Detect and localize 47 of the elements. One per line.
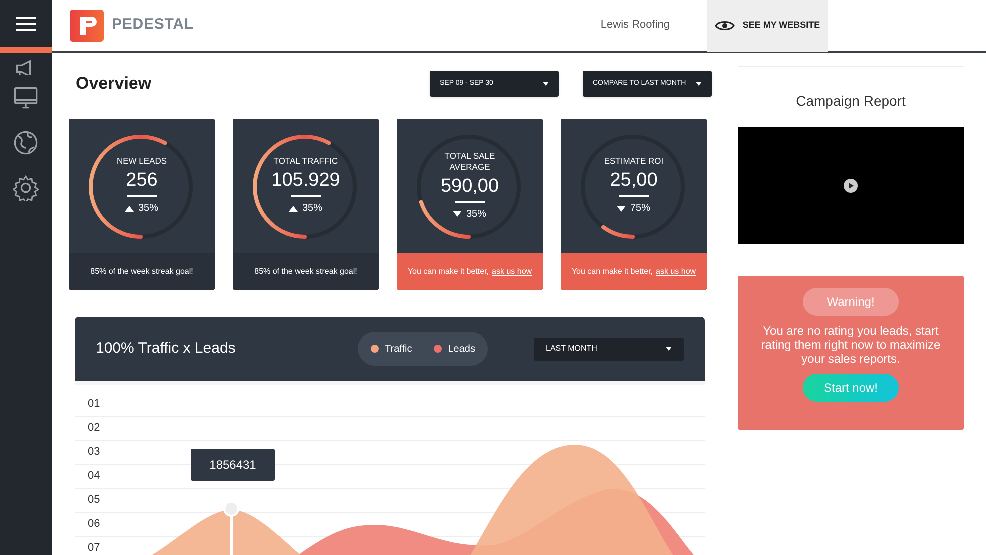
monitor-icon	[13, 84, 39, 110]
axis-label: 04	[88, 469, 100, 484]
chart-tooltip: 1856431	[191, 449, 275, 481]
warning-badge: Warning!	[803, 288, 899, 316]
brand-name: PEDESTAL	[112, 15, 194, 36]
change-percent: 35%	[302, 202, 322, 216]
legend-label: Traffic	[385, 342, 412, 356]
period-dropdown[interactable]: LAST MONTH	[534, 338, 684, 360]
change-percent: 35%	[138, 202, 158, 216]
change-percent: 35%	[466, 208, 486, 222]
caret-icon	[696, 82, 702, 86]
stat-value: 25,00	[610, 169, 658, 193]
page-title: Overview	[76, 73, 152, 96]
axis-label: 01	[88, 397, 100, 412]
footer-text: 85% of the week streak goal!	[90, 266, 194, 278]
axis-label: 06	[88, 517, 100, 532]
section-title: Campaign Report	[795, 92, 907, 111]
caret-icon	[666, 347, 672, 351]
axis-label: 07	[88, 541, 100, 555]
stat-value: 590,00	[440, 174, 500, 198]
logo-icon	[70, 10, 104, 42]
globe-icon	[13, 130, 39, 156]
settings-icon	[13, 174, 39, 200]
play-icon[interactable]	[844, 178, 858, 192]
account-name: Lewis Roofing	[600, 18, 670, 34]
menu-icon	[16, 16, 36, 32]
stat-title: ESTIMATE ROI	[604, 156, 664, 167]
sidebar-item[interactable]	[0, 47, 52, 75]
stat-title: NEW LEADS	[116, 156, 168, 167]
footer-text: You can make it better,	[572, 266, 654, 278]
axis-label: 05	[88, 493, 100, 508]
stat-title: TOTAL TRAFFIC	[274, 156, 338, 167]
marker-line	[224, 501, 240, 555]
website-button[interactable]: SEE MY WEBSITE	[707, 0, 828, 52]
legend-label: Leads	[448, 342, 476, 356]
stat-title: TOTAL SALE AVERAGE	[444, 150, 496, 172]
axis-label: 02	[88, 421, 100, 436]
footer-text: 85% of the week streak goal!	[254, 266, 358, 278]
footer-text: You can make it better,	[408, 266, 490, 278]
stat-value: 105.929	[272, 169, 340, 193]
caret-icon	[543, 82, 549, 86]
panel-title: 100% Traffic x Leads	[96, 338, 237, 359]
warning-message: You are no rating you leads, start rating them right now to maximize your sales reports.	[760, 324, 942, 366]
eye-icon	[714, 20, 735, 32]
change-percent: 75%	[630, 202, 650, 216]
axis-label: 03	[88, 445, 100, 460]
stat-value: 256	[126, 169, 158, 193]
